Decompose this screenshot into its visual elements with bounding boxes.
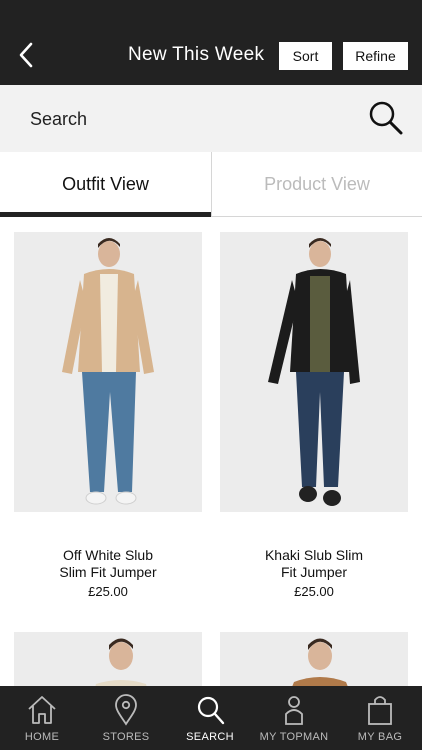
search-icon [197, 696, 225, 725]
tabbar-item-home[interactable]: HOME [0, 686, 84, 750]
tabbar-item-stores[interactable]: STORES [84, 686, 168, 750]
top-header: New This Week Sort Refine [0, 0, 422, 85]
product-name-line-2: Slim Fit Jumper [59, 564, 157, 580]
product-image [220, 232, 408, 512]
product-photo-illustration [220, 632, 408, 692]
product-name-line-1: Khaki Slub Slim [264, 547, 364, 563]
search-input[interactable] [30, 105, 330, 133]
product-image [220, 632, 408, 692]
product-card[interactable] [14, 632, 202, 692]
tabbar-label: STORES [102, 731, 150, 743]
product-price: £25.00 [294, 584, 334, 599]
view-tabs: Outfit View Product View [0, 152, 422, 217]
product-image [14, 232, 202, 512]
product-card[interactable] [220, 632, 408, 692]
tab-product-view[interactable]: Product View [211, 152, 422, 216]
product-photo-illustration [220, 232, 408, 512]
tabbar-label: MY BAG [357, 731, 403, 743]
search-icon[interactable] [368, 100, 404, 136]
product-name-line-1: Off White Slub [62, 547, 153, 563]
tab-outfit-view[interactable]: Outfit View [0, 152, 211, 216]
product-photo-illustration [14, 632, 202, 692]
refine-button[interactable]: Refine [343, 42, 408, 70]
bag-icon [368, 696, 392, 725]
tabbar-item-my-topman[interactable]: MY TOPMAN [252, 686, 336, 750]
back-arrow-icon[interactable] [14, 40, 38, 70]
page-title: New This Week [128, 44, 265, 65]
active-tab-indicator [0, 212, 211, 217]
tabbar-label: SEARCH [186, 731, 234, 743]
product-price: £25.00 [88, 584, 128, 599]
bottom-tab-bar: HOME STORES SEARCH MY TOPMAN MY BAG [0, 686, 422, 750]
tabbar-label: MY TOPMAN [259, 731, 329, 743]
tabbar-label: HOME [24, 731, 60, 743]
search-bar [0, 85, 422, 152]
product-name-line-2: Fit Jumper [280, 564, 348, 580]
tabbar-item-my-bag[interactable]: MY BAG [338, 686, 422, 750]
product-image [14, 632, 202, 692]
product-photo-illustration [14, 232, 202, 512]
product-name: Khaki Slub Slim Fit Jumper [220, 547, 408, 581]
user-icon [285, 696, 303, 725]
home-icon [28, 696, 56, 724]
map-pin-icon [115, 694, 137, 726]
tabbar-item-search[interactable]: SEARCH [168, 686, 252, 750]
sort-button[interactable]: Sort [279, 42, 332, 70]
product-name: Off White Slub Slim Fit Jumper [14, 547, 202, 581]
